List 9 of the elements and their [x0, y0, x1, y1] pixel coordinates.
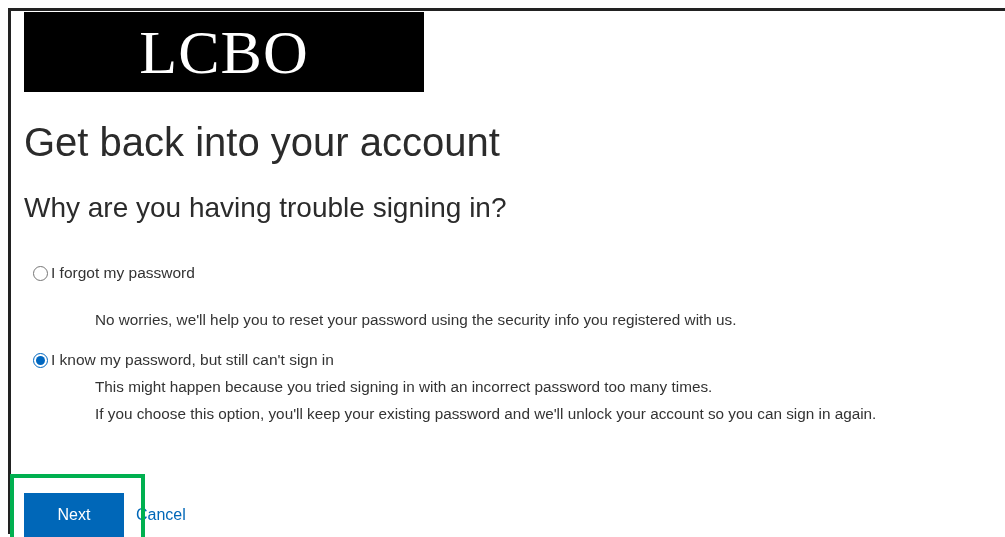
logo: LCBO	[24, 12, 424, 92]
next-button[interactable]: Next	[24, 493, 124, 537]
option-description: If you choose this option, you'll keep your existing password and we'll unlock your account so you can sign in again.	[94, 404, 878, 424]
option-label[interactable]: I know my password, but still can't sign in	[51, 351, 334, 369]
option-label[interactable]: I forgot my password	[51, 264, 195, 282]
page-title: Get back into your account	[24, 119, 501, 166]
option-description: No worries, we'll help you to reset your password using the security info you registered with us.	[94, 310, 738, 330]
option-description: This might happen because you tried signing in with an incorrect password too many times.	[94, 377, 714, 397]
page-subtitle: Why are you having trouble signing in?	[24, 191, 508, 225]
